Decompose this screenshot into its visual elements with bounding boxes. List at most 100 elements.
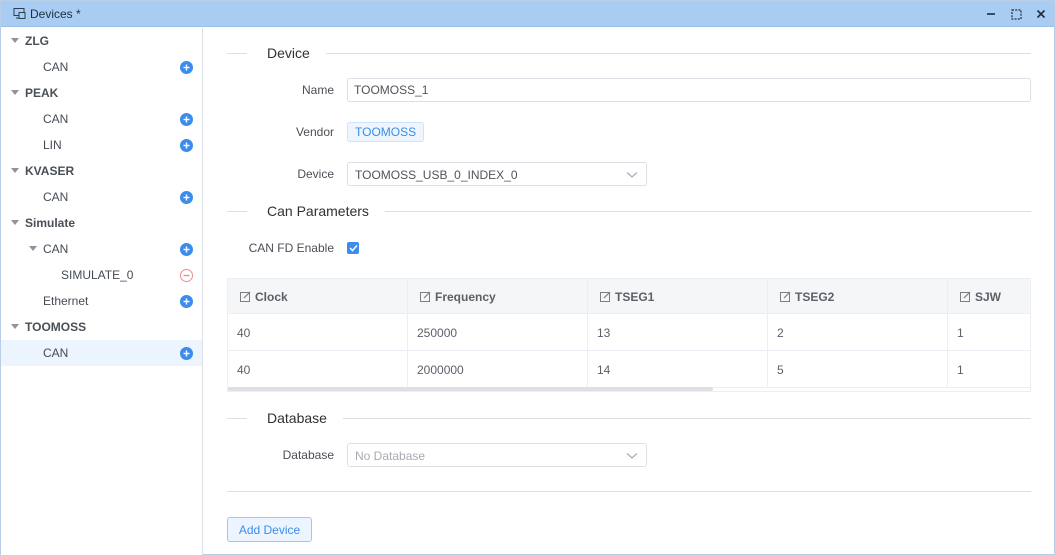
tree-item-peak-can[interactable]: CAN [1,106,202,132]
caret-down-icon[interactable] [10,166,20,176]
table-cell-frequency[interactable]: 2000000 [408,351,588,388]
section-title: Device [267,45,326,61]
database-select-placeholder: No Database [355,449,426,463]
vendor-tag: TOOMOSS [347,122,425,142]
tree-item-simulate-ethernet[interactable]: Ethernet [1,288,202,314]
tree-group-label: KVASER [25,164,75,178]
column-header-label: Frequency [435,289,496,304]
check-icon [348,244,358,252]
tree-item-toomoss-can[interactable]: CAN [1,340,202,366]
table-cell-tseg1[interactable]: 13 [588,314,768,351]
tree-item-label: CAN [43,112,69,126]
column-header-clock[interactable]: Clock [228,279,408,314]
tree-item-peak-lin[interactable]: LIN [1,132,202,158]
horizontal-scrollbar[interactable] [228,387,713,391]
section-title: Can Parameters [267,203,385,219]
add-circle-icon[interactable] [180,60,193,74]
edit-icon [240,291,251,302]
vendor-label: Vendor [295,125,334,139]
tree-item-simulate-0[interactable]: SIMULATE_0 [1,262,202,288]
tree-item-simulate-can[interactable]: CAN [1,236,202,262]
section-title: Database [267,410,343,426]
caret-down-icon[interactable] [10,322,20,332]
device-tree: ZLG CAN PEAK CAN LIN KVASER CAN Simulate… [1,28,203,555]
add-circle-icon[interactable] [180,112,193,126]
section-device: Device [227,43,1031,63]
divider [227,491,1031,492]
column-header-sjw[interactable]: SJW [948,279,1030,314]
close-icon[interactable] [1034,7,1048,21]
table-cell-clock[interactable]: 40 [228,351,408,388]
column-header-label: SJW [975,289,1002,304]
chevron-down-icon [626,450,638,462]
column-header-label: TSEG1 [615,289,655,304]
name-input[interactable] [347,78,1031,102]
table-row[interactable]: 40 2000000 14 5 1 [228,351,1030,388]
caret-down-icon[interactable] [10,88,20,98]
tree-item-kvaser-can[interactable]: CAN [1,184,202,210]
device-select[interactable]: TOOMOSS_USB_0_INDEX_0 [347,162,647,186]
edit-icon [960,291,971,302]
edit-icon [420,291,431,302]
column-header-tseg1[interactable]: TSEG1 [588,279,768,314]
table-cell-tseg2[interactable]: 2 [768,314,948,351]
tree-item-label: CAN [43,242,69,256]
window-controls [984,1,1048,27]
table-row[interactable]: 40 250000 13 2 1 [228,314,1030,351]
table-header: Clock Frequency TSEG1 TSEG2 SJW [228,279,1030,314]
table-cell-sjw[interactable]: 1 [948,351,1030,388]
window-title: Devices * [30,6,81,21]
devices-icon [12,7,26,21]
tree-group-kvaser[interactable]: KVASER [1,158,202,184]
maximize-icon[interactable] [1009,7,1023,21]
table-cell-sjw[interactable]: 1 [948,314,1030,351]
tree-group-label: TOOMOSS [25,320,87,334]
tree-group-peak[interactable]: PEAK [1,80,202,106]
table-cell-tseg1[interactable]: 14 [588,351,768,388]
database-select[interactable]: No Database [347,443,647,467]
table-cell-clock[interactable]: 40 [228,314,408,351]
devices-window: Devices * ZLG CAN PEAK CAN LIN KVASER CA… [0,0,1055,555]
tree-item-label: CAN [43,346,69,360]
add-device-button[interactable]: Add Device [227,517,312,542]
caret-down-icon[interactable] [10,218,20,228]
add-circle-icon[interactable] [180,242,193,256]
tree-group-label: ZLG [25,34,49,48]
add-circle-icon[interactable] [180,346,193,360]
column-header-tseg2[interactable]: TSEG2 [768,279,948,314]
device-form: Device Name Vendor TOOMOSS Device TOOMOS… [204,28,1055,555]
caret-down-icon[interactable] [28,244,38,254]
title-bar: Devices * [1,1,1054,27]
add-circle-icon[interactable] [180,138,193,152]
edit-icon [780,291,791,302]
minimize-icon[interactable] [984,7,998,21]
add-circle-icon[interactable] [180,190,193,204]
section-can-parameters: Can Parameters [227,201,1031,221]
device-select-value: TOOMOSS_USB_0_INDEX_0 [355,168,518,182]
tree-group-zlg[interactable]: ZLG [1,28,202,54]
tree-item-label: SIMULATE_0 [61,268,134,282]
tree-item-zlg-can[interactable]: CAN [1,54,202,80]
canfd-checkbox[interactable] [347,242,359,254]
database-label: Database [282,448,334,462]
add-circle-icon[interactable] [180,294,193,308]
remove-circle-icon[interactable] [180,268,193,282]
tree-item-label: CAN [43,190,69,204]
column-header-label: Clock [255,289,288,304]
column-header-frequency[interactable]: Frequency [408,279,588,314]
name-label: Name [301,83,334,97]
edit-icon [600,291,611,302]
canfd-label: CAN FD Enable [248,241,334,255]
tree-group-label: PEAK [25,86,59,100]
tree-group-simulate[interactable]: Simulate [1,210,202,236]
tree-group-label: Simulate [25,216,76,230]
tree-item-label: CAN [43,60,69,74]
table-cell-tseg2[interactable]: 5 [768,351,948,388]
device-label: Device [297,167,334,181]
caret-down-icon[interactable] [10,36,20,46]
chevron-down-icon [626,169,638,181]
can-parameters-table: Clock Frequency TSEG1 TSEG2 SJW 40 25000… [227,278,1031,392]
tree-item-label: LIN [43,138,62,152]
tree-group-toomoss[interactable]: TOOMOSS [1,314,202,340]
table-cell-frequency[interactable]: 250000 [408,314,588,351]
